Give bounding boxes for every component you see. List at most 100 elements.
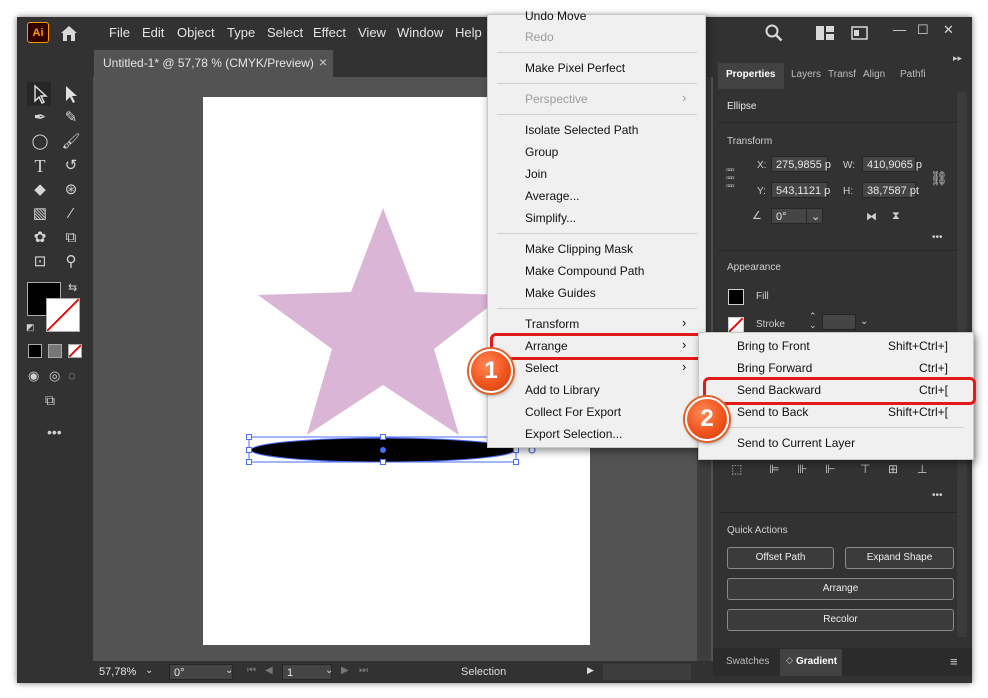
context-menu-item[interactable]: Isolate Selected Path [525, 123, 638, 137]
puppet-warp-tool-icon[interactable]: ⊛ [61, 180, 81, 200]
zoom-field[interactable]: 57,78% [95, 664, 165, 680]
submenu-item[interactable]: Send to Current Layer [737, 436, 855, 450]
align-left-icon[interactable]: ⊫ [769, 462, 779, 476]
rotate-tool-icon[interactable]: ↺ [61, 156, 81, 176]
context-menu-item[interactable]: Join [525, 167, 547, 181]
context-menu-item[interactable]: Add to Library [525, 383, 600, 397]
selection-handle[interactable] [380, 434, 386, 440]
menu-help[interactable]: Help [455, 25, 482, 40]
tab-align[interactable]: Align [863, 69, 885, 80]
ellipse-tool-icon[interactable]: ◯ [30, 132, 50, 152]
more-transform-options-icon[interactable]: ••• [932, 232, 943, 243]
search-icon[interactable] [765, 24, 783, 42]
tab-transform[interactable]: Transf [828, 69, 856, 80]
status-tool-label[interactable]: Selection [461, 666, 506, 678]
gradient-tool-icon[interactable]: ▧ [30, 204, 50, 224]
context-menu-item[interactable]: Make Compound Path [525, 264, 644, 278]
context-menu-item[interactable]: Transform [525, 317, 579, 331]
curvature-tool-icon[interactable]: ✎ [61, 108, 81, 128]
minimize-button[interactable]: — [893, 22, 906, 37]
submenu-item[interactable]: Bring to Front [737, 339, 810, 353]
arrange-docs-icon[interactable] [816, 26, 834, 40]
selection-handle[interactable] [246, 459, 252, 465]
first-artboard-icon[interactable]: ⏮ [247, 665, 256, 676]
offset-path-button[interactable]: Offset Path [727, 547, 834, 569]
align-bottom-icon[interactable]: ⊥ [917, 462, 927, 476]
stroke-weight-field[interactable] [822, 314, 856, 330]
tab-pathfinder[interactable]: Pathfi [900, 69, 926, 80]
rotation-dropdown-icon[interactable]: ⌄ [225, 665, 233, 676]
edit-toolbar-icon[interactable]: ••• [47, 424, 62, 440]
status-menu-arrow-icon[interactable]: ▶ [587, 665, 594, 676]
selection-handle[interactable] [380, 459, 386, 465]
menu-effect[interactable]: Effect [313, 25, 346, 40]
zoom-tool-icon[interactable]: ⚲ [61, 252, 81, 272]
zoom-dropdown-icon[interactable]: ⌄ [145, 665, 153, 676]
flip-horizontal-icon[interactable]: ⧓ [866, 210, 877, 223]
panel-menu-icon[interactable]: ≡ [950, 654, 958, 669]
shape-builder-tool-icon[interactable]: ⧉ [61, 228, 81, 248]
close-tab-icon[interactable]: × [319, 54, 327, 70]
selection-handle[interactable] [513, 459, 519, 465]
swap-colors-icon[interactable]: ⇆ [68, 281, 77, 294]
context-menu-item[interactable]: Average... [525, 189, 579, 203]
context-menu-item[interactable]: Simplify... [525, 211, 576, 225]
rotation-field[interactable]: 0° [169, 664, 233, 680]
paintbrush-tool-icon[interactable]: 🖌 [61, 132, 81, 152]
stroke-label[interactable]: Stroke [756, 319, 785, 330]
direct-selection-tool-icon[interactable] [61, 84, 81, 104]
menu-view[interactable]: View [358, 25, 386, 40]
document-tab[interactable]: Untitled-1* @ 57,78 % (CMYK/Preview) [93, 50, 333, 77]
arrange-button[interactable]: Arrange [727, 578, 954, 600]
submenu-item[interactable]: Bring Forward [737, 361, 812, 375]
tab-properties[interactable]: Properties [726, 69, 775, 80]
more-align-options-icon[interactable]: ••• [932, 490, 943, 501]
menu-file[interactable]: File [109, 25, 130, 40]
stroke-swatch[interactable] [728, 317, 744, 333]
selection-tool-icon[interactable] [30, 84, 50, 104]
collapse-panel-icon[interactable]: ▸▸ [953, 53, 962, 64]
color-mode-icon[interactable] [28, 344, 42, 358]
stroke-weight-dropdown-icon[interactable]: ⌄ [860, 316, 868, 327]
workspace-icon[interactable] [851, 26, 868, 40]
tab-layers[interactable]: Layers [791, 69, 821, 80]
menu-select[interactable]: Select [267, 25, 303, 40]
canvas-horizontal-scrollbar[interactable] [603, 664, 691, 680]
flip-vertical-icon[interactable]: ⧗ [892, 210, 900, 223]
recolor-button[interactable]: Recolor [727, 609, 954, 631]
constrain-proportions-icon[interactable]: ⛓ [930, 170, 948, 187]
selection-handle[interactable] [246, 447, 252, 453]
selection-handle[interactable] [246, 434, 252, 440]
next-artboard-icon[interactable]: ▶ [341, 665, 349, 676]
submenu-item[interactable]: Send to Back [737, 405, 808, 419]
pen-tool-icon[interactable]: ✒ [30, 108, 50, 128]
y-field[interactable]: 543,1121 p [771, 182, 830, 198]
stroke-weight-stepper[interactable]: ⌃ ⌄ [809, 312, 817, 330]
context-menu-item[interactable]: Group [525, 145, 558, 159]
draw-inside-icon[interactable]: ◌ [68, 368, 76, 383]
close-window-button[interactable]: ✕ [943, 22, 954, 38]
artboard-dropdown-icon[interactable]: ⌄ [325, 665, 333, 676]
align-right-icon[interactable]: ⊩ [825, 462, 835, 476]
fill-swatch[interactable] [728, 289, 744, 305]
context-menu-item[interactable]: Collect For Export [525, 405, 621, 419]
fill-label[interactable]: Fill [756, 291, 769, 302]
eraser-tool-icon[interactable]: ◆ [30, 180, 50, 200]
angle-field[interactable]: 0° [771, 208, 807, 224]
screen-mode-icon[interactable]: ⧉ [45, 392, 55, 409]
maximize-button[interactable]: ☐ [917, 22, 929, 38]
artboard-tool-icon[interactable]: ⊡ [30, 252, 50, 272]
tab-gradient[interactable]: Gradient [796, 656, 837, 667]
context-menu-item[interactable]: Undo Move [525, 9, 586, 23]
draw-normal-icon[interactable]: ◉ [28, 368, 39, 384]
draw-behind-icon[interactable]: ◎ [49, 368, 60, 384]
tab-swatches[interactable]: Swatches [726, 656, 769, 667]
reference-point-icon[interactable]: ▫▫▫ ▫▫▫ ▫▫▫ [726, 166, 735, 192]
eyedropper-tool-icon[interactable]: ⁄ [61, 204, 81, 224]
angle-dropdown-icon[interactable]: ⌄ [806, 208, 823, 224]
gradient-mode-icon[interactable] [48, 344, 62, 358]
last-artboard-icon[interactable]: ⏭ [359, 665, 368, 676]
menu-edit[interactable]: Edit [142, 25, 164, 40]
home-icon[interactable] [59, 24, 79, 42]
align-top-icon[interactable]: ⊤ [860, 462, 870, 476]
